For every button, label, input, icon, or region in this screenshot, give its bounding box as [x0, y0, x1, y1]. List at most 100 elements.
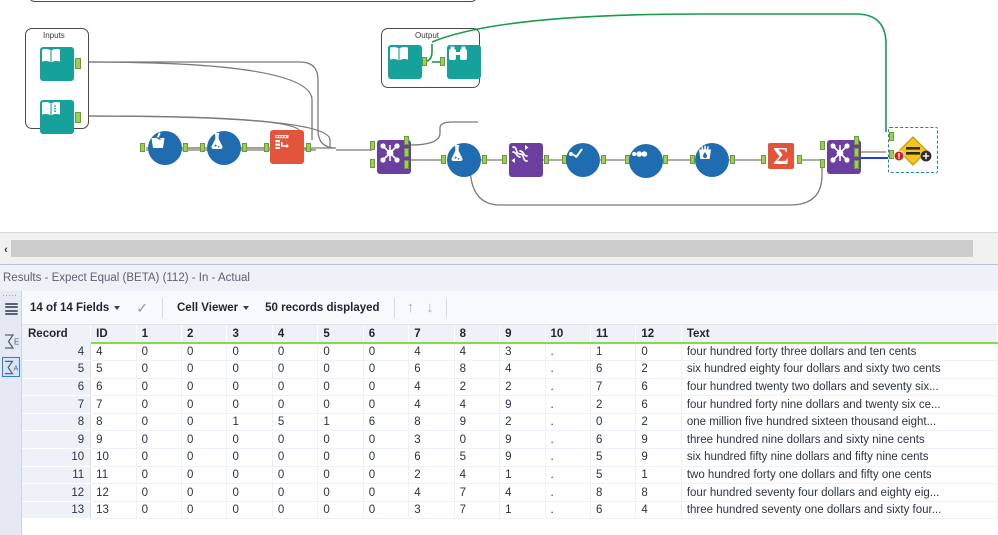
- text-to-columns-tool[interactable]: [270, 130, 304, 164]
- table-cell[interactable]: 0: [181, 413, 228, 432]
- column-header-2[interactable]: 2: [181, 325, 228, 344]
- column-header-7[interactable]: 7: [408, 325, 455, 344]
- join-2-R-anchor[interactable]: [854, 160, 859, 169]
- table-cell[interactable]: 0: [317, 360, 364, 379]
- table-cell[interactable]: 0: [272, 395, 319, 414]
- table-cell[interactable]: 4: [454, 395, 501, 414]
- record-number-cell[interactable]: 8: [22, 413, 92, 432]
- table-cell[interactable]: 9: [454, 413, 501, 432]
- table-cell[interactable]: 1: [635, 466, 682, 485]
- join-1-R-anchor[interactable]: [404, 160, 409, 169]
- join-2-left-anchor[interactable]: [820, 141, 825, 150]
- table-cell[interactable]: 0: [226, 395, 273, 414]
- text-to-columns-output-anchor[interactable]: [306, 143, 311, 152]
- table-cell[interactable]: 12: [90, 483, 137, 502]
- regex-tool-input-anchor[interactable]: [502, 155, 507, 164]
- table-cell[interactable]: 6: [408, 360, 455, 379]
- table-cell[interactable]: 0: [181, 395, 228, 414]
- input-tool-2-output-anchor[interactable]: [75, 112, 81, 123]
- table-cell[interactable]: 0: [363, 395, 410, 414]
- table-cell[interactable]: 0: [226, 483, 273, 502]
- table-cell[interactable]: .: [545, 448, 591, 467]
- input-data-tool-2[interactable]: [40, 100, 74, 134]
- table-cell[interactable]: 7: [590, 378, 637, 397]
- table-cell[interactable]: 0: [363, 378, 410, 397]
- table-cell[interactable]: 6: [590, 501, 637, 520]
- table-cell[interactable]: .: [545, 413, 591, 432]
- table-cell[interactable]: 0: [272, 448, 319, 467]
- table-cell[interactable]: six hundred eighty four dollars and sixt…: [681, 360, 998, 379]
- table-cell[interactable]: 0: [226, 430, 273, 450]
- table-cell[interactable]: 0: [136, 378, 183, 397]
- table-cell[interactable]: four hundred forty three dollars and ten…: [681, 343, 998, 362]
- table-cell[interactable]: 0: [181, 483, 228, 502]
- table-cell[interactable]: 0: [363, 448, 410, 467]
- table-cell[interactable]: 0: [226, 466, 273, 485]
- table-cell[interactable]: four hundred seventy four dollars and ei…: [681, 483, 998, 502]
- browse-tool[interactable]: [447, 45, 481, 79]
- table-cell[interactable]: 1: [226, 413, 273, 432]
- table-cell[interactable]: 0: [317, 466, 364, 485]
- table-cell[interactable]: 0: [136, 430, 183, 450]
- table-cell[interactable]: four hundred twenty two dollars and seve…: [681, 378, 998, 397]
- table-cell[interactable]: 6: [635, 395, 682, 414]
- table-cell[interactable]: 0: [272, 501, 319, 520]
- table-cell[interactable]: 0: [272, 343, 319, 362]
- column-header-id[interactable]: ID: [90, 325, 137, 344]
- text-to-columns-input-anchor[interactable]: [264, 143, 269, 152]
- canvas-horizontal-scrollbar[interactable]: ‹: [0, 232, 998, 264]
- table-row[interactable]: 5 5 0 0 0 0 0 0 6 8 4. 6 2 six hundred eighty four do…: [22, 360, 998, 379]
- table-cell[interactable]: 10: [90, 448, 137, 467]
- table-cell[interactable]: 0: [272, 466, 319, 485]
- rail-drag-handle[interactable]: [3, 293, 19, 298]
- regex-tool[interactable]: [509, 143, 543, 177]
- table-cell[interactable]: 0: [136, 466, 183, 485]
- column-header-10[interactable]: 10: [545, 325, 591, 344]
- table-cell[interactable]: one million five hundred sixteen thousan…: [681, 413, 998, 432]
- table-cell[interactable]: 0: [181, 501, 228, 520]
- table-cell[interactable]: 0: [363, 483, 410, 502]
- table-row[interactable]: 13 13 0 0 0 0 0 0 3 7 1. 6 4 three hundred seventy on…: [22, 501, 998, 520]
- column-header-5[interactable]: 5: [317, 325, 364, 344]
- column-header-text[interactable]: Text: [681, 325, 998, 344]
- table-cell[interactable]: 0: [317, 343, 364, 362]
- column-header-3[interactable]: 3: [226, 325, 273, 344]
- table-cell[interactable]: 9: [499, 448, 546, 467]
- join-1-J-anchor[interactable]: [404, 148, 409, 157]
- table-cell[interactable]: 4: [408, 483, 455, 502]
- record-number-cell[interactable]: 12: [22, 483, 92, 502]
- table-cell[interactable]: 4: [499, 360, 546, 379]
- record-number-cell[interactable]: 6: [22, 378, 92, 397]
- table-cell[interactable]: 0: [635, 343, 682, 362]
- table-cell[interactable]: 5: [590, 448, 637, 467]
- formula-tool-1-output-anchor[interactable]: [242, 143, 247, 152]
- join-2-right-anchor[interactable]: [820, 159, 825, 168]
- join-1-L-anchor[interactable]: [404, 136, 409, 145]
- cell-viewer-selector[interactable]: Cell Viewer: [169, 291, 257, 325]
- table-cell[interactable]: 2: [408, 466, 455, 485]
- table-cell[interactable]: 0: [590, 413, 637, 432]
- table-row[interactable]: 7 7 0 0 0 0 0 0 4 4 9. 2 6 four hundred forty nine do…: [22, 395, 998, 414]
- table-cell[interactable]: .: [545, 360, 591, 379]
- table-cell[interactable]: 0: [181, 430, 228, 450]
- table-row[interactable]: 12 12 0 0 0 0 0 0 4 7 4. 8 8 four hundred seventy fou…: [22, 483, 998, 502]
- join-2-L-anchor[interactable]: [854, 136, 859, 145]
- table-cell[interactable]: 6: [90, 378, 137, 397]
- table-cell[interactable]: 0: [136, 501, 183, 520]
- table-cell[interactable]: 2: [499, 413, 546, 432]
- table-cell[interactable]: 7: [90, 395, 137, 414]
- table-cell[interactable]: 4: [408, 395, 455, 414]
- formula-tool-1[interactable]: [207, 131, 241, 165]
- table-cell[interactable]: 0: [363, 343, 410, 362]
- table-cell[interactable]: 0: [363, 466, 410, 485]
- column-header-4[interactable]: 4: [272, 325, 319, 344]
- table-cell[interactable]: 0: [181, 360, 228, 379]
- rail-grid-button[interactable]: [2, 299, 20, 319]
- add-badge-icon[interactable]: [920, 150, 932, 162]
- workflow-canvas[interactable]: Inputs Output Σ: [0, 0, 998, 232]
- table-cell[interactable]: 0: [136, 413, 183, 432]
- expect-equal-E-anchor[interactable]: [889, 132, 894, 141]
- table-cell[interactable]: .: [545, 343, 591, 362]
- multi-field-tool[interactable]: [629, 144, 663, 178]
- table-cell[interactable]: four hundred forty nine dollars and twen…: [681, 395, 998, 414]
